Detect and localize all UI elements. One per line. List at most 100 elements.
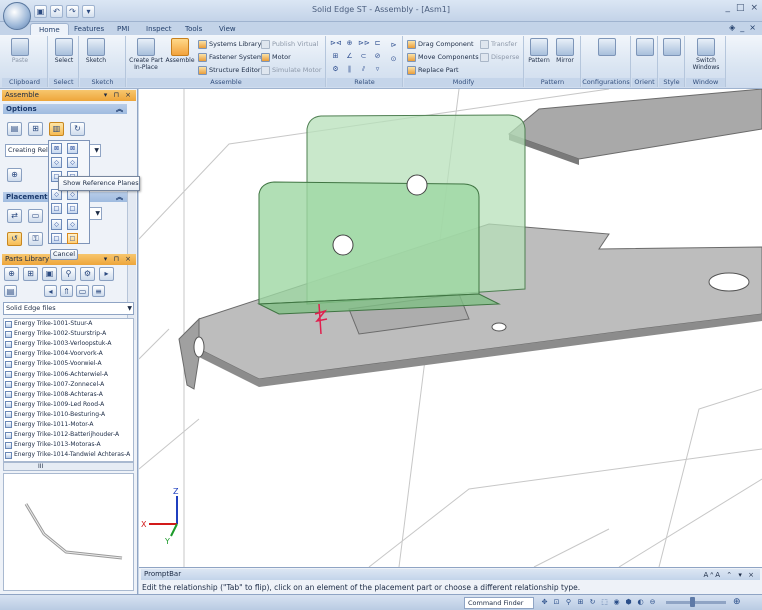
zoom-slider[interactable] [666,601,726,604]
pattern-button[interactable]: Pattern [526,38,552,64]
options-button[interactable]: ▤ [7,122,22,136]
tab-inspect[interactable]: Inspect [138,23,180,35]
zoom-out-icon[interactable]: ⊖ [648,597,657,607]
library-open-icon[interactable]: ⊕ [4,267,19,281]
file-list-hscrollbar[interactable]: III [3,462,134,471]
back-icon[interactable]: ◂ [44,285,57,297]
save-icon[interactable]: ▣ [34,4,47,18]
flyout-item-1[interactable]: ⊠ [51,143,62,154]
tab-view[interactable]: View [211,23,244,35]
switch-windows-button[interactable]: Switch Windows [690,38,722,71]
structure-editor-button[interactable]: Structure Editor [198,64,261,76]
flyout-item-3[interactable]: ◇ [51,157,62,168]
relationship-types-button[interactable]: ⊞ [28,122,43,136]
up-folder-icon[interactable]: ⇑ [60,285,73,297]
replace-part-button[interactable]: Replace Part [407,64,459,76]
file-list-item[interactable]: Energy Trike-1007-Zonnecel-A [4,380,133,390]
tab-features[interactable]: Features [66,23,112,35]
collapse-chevron-icon[interactable]: ︽ [116,104,123,114]
pan-icon[interactable]: ✥ [540,597,549,607]
file-list-item[interactable]: Energy Trike-1006-Achterwiel-A [4,369,133,379]
flyout-item-11[interactable]: ◇ [51,219,62,230]
disperse-button[interactable]: Disperse [480,51,519,63]
drag-component-button[interactable]: Drag Component [407,38,474,50]
flyout-item-12[interactable]: ◇ [67,219,78,230]
flyout-item-10[interactable]: □ [67,203,78,214]
file-list-item[interactable]: Energy Trike-1004-Voorvork-A [4,349,133,359]
help-icon[interactable]: ◈ [729,23,735,32]
parallel-icon[interactable]: ∥ [344,64,355,74]
command-finder-input[interactable]: Command Finder [464,597,534,609]
3d-viewport[interactable]: Z X Y [139,89,762,567]
reduce-steps-button[interactable]: ⊕ [7,168,22,182]
file-list-item[interactable]: Energy Trike-1013-Motoras-A [4,440,133,450]
file-list-item[interactable]: Energy Trike-1002-Stuurstrip-A [4,329,133,339]
gear-icon[interactable]: ⚙ [330,64,341,74]
file-list-item[interactable]: Energy Trike-1014-Tandwiel Achteras-A [4,450,133,460]
show-relations-icon[interactable]: ⊳ [388,40,399,50]
sketch-button[interactable]: Sketch [83,38,109,64]
flyout-item-9[interactable]: □ [51,203,62,214]
close-button[interactable]: × [750,3,758,13]
tab-home[interactable]: Home [30,23,69,35]
configurations-button[interactable] [594,38,620,57]
tab-pmi[interactable]: PMI [109,23,137,35]
connect-icon[interactable]: ⊞ [330,51,341,61]
orient-button[interactable] [632,38,658,57]
file-list-item[interactable]: Energy Trike-1012-Batterijhouder-A [4,430,133,440]
options-section-header[interactable]: Options ︽ [3,104,127,114]
select-button[interactable]: Select [51,38,77,64]
undo-icon[interactable]: ↶ [50,4,63,18]
redo-icon[interactable]: ↷ [66,4,79,18]
library-search-icon[interactable]: ⚲ [61,267,76,281]
move-components-button[interactable]: Move Components [407,51,479,63]
reference-planes-button[interactable]: ▥ [49,122,64,136]
collapse-chevron-icon[interactable]: ︽ [116,192,123,202]
axial-align-icon[interactable]: ⊏ [372,38,383,48]
file-list-item[interactable]: Energy Trike-1001-Stuur-A [4,319,133,329]
style-button[interactable] [659,38,685,57]
publish-virtual-button[interactable]: Publish Virtual [261,38,318,50]
capture-fit-button[interactable]: ↻ [70,122,85,136]
fastener-system-button[interactable]: Fastener System [198,51,263,63]
sketch-view-icon[interactable]: ⬚ [600,597,609,607]
library-add-icon[interactable]: ⊞ [23,267,38,281]
insert-icon[interactable]: ⊕ [344,38,355,48]
library-gear-icon[interactable]: ⚙ [80,267,95,281]
doc-close-button[interactable]: × [749,23,756,32]
lock-button[interactable]: ⚿ [28,232,43,246]
rigid-set-icon[interactable]: ⫽ [358,64,369,74]
file-list-item[interactable]: Energy Trike-1010-Besturing-A [4,410,133,420]
suppress-relations-icon[interactable]: ⊙ [388,54,399,64]
new-folder-icon[interactable]: ▭ [76,285,89,297]
prompt-bar-controls[interactable]: AᴬA ⌃ ▾ × [703,570,756,581]
minimize-button[interactable]: _ [725,3,730,13]
file-list-item[interactable]: Energy Trike-1011-Motor-A [4,420,133,430]
file-list-item[interactable]: Energy Trike-1003-Verloopstuk-A [4,339,133,349]
offset-type-button[interactable]: ▭ [28,209,43,223]
planar-align-icon[interactable]: ⊳⊳ [358,38,370,48]
flyout-item-14[interactable]: □ [67,233,78,244]
relate-more-icon[interactable]: ▿ [372,64,383,74]
zoom-icon[interactable]: ⚲ [564,597,573,607]
cancel-button[interactable]: Cancel [50,249,78,260]
file-list-item[interactable]: Energy Trike-1005-Voorwiel-A [4,359,133,369]
mate-icon[interactable]: ⊳⊲ [330,38,342,48]
cam-icon[interactable]: ⊘ [372,51,383,61]
view-orient-icon[interactable]: ◉ [612,597,621,607]
mirror-button[interactable]: Mirror [552,38,578,64]
tab-tools[interactable]: Tools [177,23,210,35]
doc-minimize-button[interactable]: _ [740,23,744,32]
list-view-icon[interactable]: ≡ [92,285,105,297]
application-button[interactable] [3,2,31,30]
library-place-icon[interactable]: ▣ [42,267,57,281]
pane-pin-icon[interactable]: ▾ ⊓ × [104,90,133,101]
render-icon[interactable]: ⬢ [624,597,633,607]
simulate-motor-button[interactable]: Simulate Motor [261,64,322,76]
file-list-item[interactable]: Energy Trike-1009-Led Rood-A [4,400,133,410]
tangent-icon[interactable]: ⊂ [358,51,369,61]
motor-button[interactable]: Motor [261,51,291,63]
assemble-button[interactable]: Assemble [165,38,195,64]
pane-pin-icon[interactable]: ▾ ⊓ × [104,254,133,265]
folder-combo[interactable]: Solid Edge files ▼ [3,302,134,315]
